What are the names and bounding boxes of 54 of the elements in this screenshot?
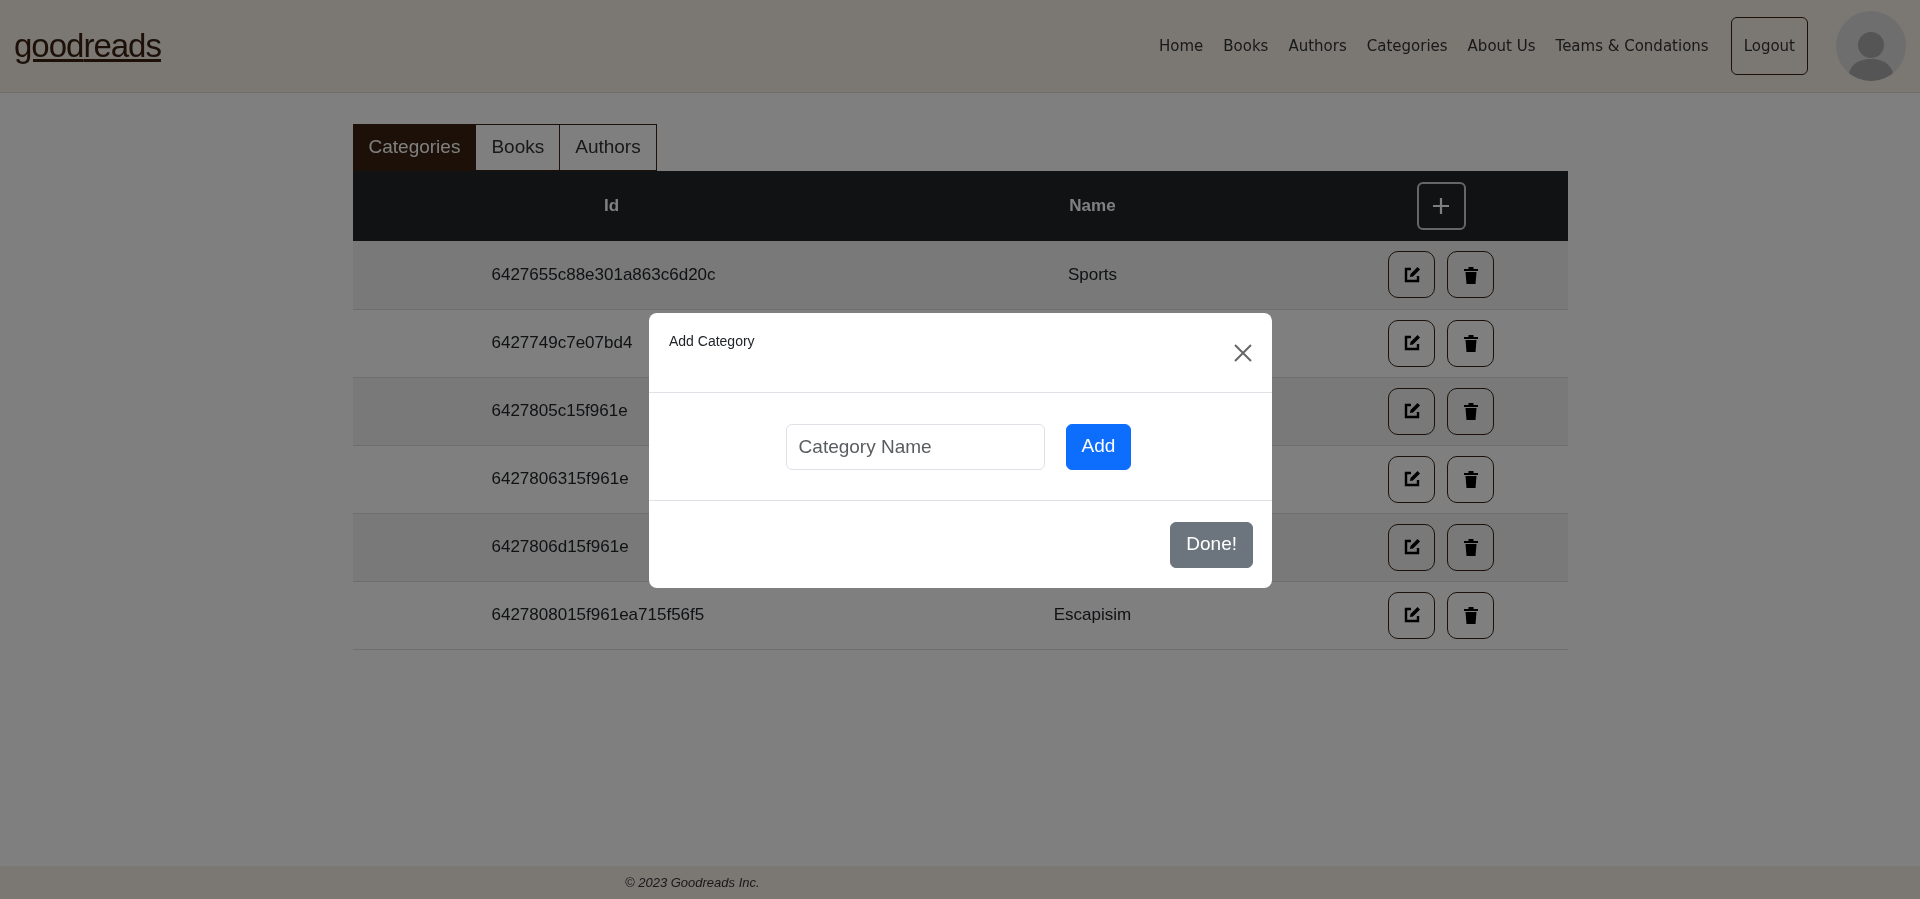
trash-icon (1462, 334, 1479, 352)
column-header: Id (603, 196, 620, 216)
copyright-text: © 2023 Goodreads Inc. (625, 873, 760, 892)
trash-icon (1462, 402, 1479, 420)
table-cell: 6427806d15f961e (491, 537, 629, 557)
edit-button[interactable] (1388, 387, 1435, 435)
trash-icon (1462, 538, 1479, 556)
trash-icon (1462, 606, 1479, 624)
edit-button[interactable] (1388, 591, 1435, 639)
table-cell: 6427655c88e301a863c6d20c (491, 265, 716, 284)
delete-button[interactable] (1447, 319, 1494, 367)
trash-icon (1462, 470, 1479, 488)
logo[interactable]: goodreads (14, 21, 161, 71)
nav-link[interactable]: Categories (1366, 34, 1448, 58)
delete-button[interactable] (1447, 251, 1494, 299)
edit-button[interactable] (1388, 455, 1435, 503)
logout-button[interactable]: Logout (1730, 17, 1808, 75)
edit-icon (1402, 538, 1421, 556)
tab[interactable]: Authors (559, 124, 657, 171)
plus-icon (1431, 196, 1451, 216)
delete-button[interactable] (1447, 455, 1494, 503)
tab[interactable]: Books (475, 124, 561, 171)
delete-button[interactable] (1447, 523, 1494, 571)
edit-button[interactable] (1388, 319, 1435, 367)
edit-icon (1402, 334, 1421, 352)
input-field[interactable]: Category Name (785, 423, 1045, 470)
table-cell: Escapisim (1053, 605, 1132, 625)
done-button[interactable]: Done! (1170, 521, 1253, 568)
edit-icon (1402, 470, 1421, 488)
delete-button[interactable] (1447, 387, 1494, 435)
table-cell: Sports (1067, 265, 1118, 284)
modal-title: Add Category (669, 332, 755, 351)
table-cell: 6427808015f961ea715f56f5 (491, 605, 705, 625)
table-cell: 6427805c15f961e (491, 401, 628, 421)
close-icon (1234, 344, 1252, 362)
nav-link[interactable]: About Us (1467, 34, 1536, 58)
add-button[interactable]: Add (1065, 423, 1132, 470)
edit-icon (1402, 402, 1421, 420)
trash-icon (1462, 265, 1479, 284)
nav-link[interactable]: Books (1223, 34, 1269, 58)
table-cell: 6427749c7e07bd4 (491, 333, 633, 353)
edit-icon (1402, 606, 1421, 624)
nav-link[interactable]: Authors (1288, 34, 1347, 58)
nav-link[interactable]: Teams & Condations (1555, 34, 1709, 58)
edit-button[interactable] (1388, 251, 1435, 299)
edit-button[interactable] (1388, 523, 1435, 571)
tab[interactable]: Categories (352, 124, 477, 171)
delete-button[interactable] (1447, 591, 1494, 639)
add-category-button[interactable] (1416, 182, 1466, 230)
table-cell: 6427806315f961e (491, 469, 629, 489)
column-header: Name (1069, 196, 1116, 216)
edit-icon (1402, 265, 1421, 284)
close-button[interactable] (1234, 344, 1252, 362)
nav-link[interactable]: Home (1158, 34, 1204, 58)
